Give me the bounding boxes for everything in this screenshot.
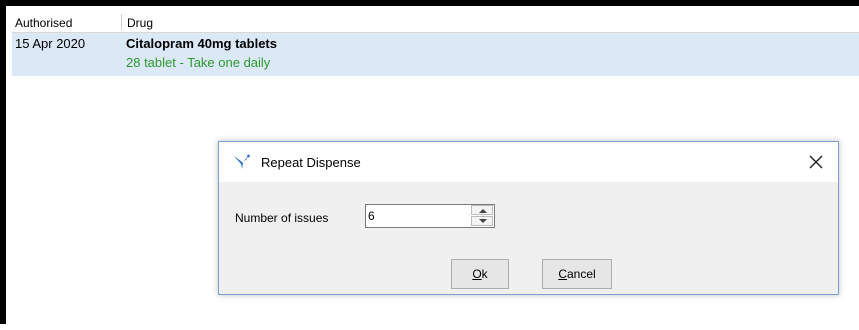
- decrement-button[interactable]: [471, 216, 493, 226]
- cancel-button[interactable]: Cancel: [542, 259, 612, 289]
- drug-name-cell: Citalopram 40mg tablets: [126, 36, 277, 51]
- repeat-dispense-dialog: Repeat Dispense Number of issues 6 Ok Ca…: [218, 141, 839, 295]
- drug-instructions-cell: 28 tablet - Take one daily: [126, 55, 271, 70]
- increment-button[interactable]: [471, 205, 493, 215]
- ok-label-rest: k: [481, 267, 488, 281]
- dialog-body: Number of issues Ok Cancel: [219, 182, 838, 294]
- column-header-authorised[interactable]: Authorised: [15, 16, 72, 30]
- authorised-date-cell: 15 Apr 2020: [15, 36, 86, 51]
- close-icon: [802, 155, 830, 179]
- cancel-mnemonic: C: [558, 267, 567, 281]
- number-of-issues-input[interactable]: [366, 205, 470, 227]
- dialog-titlebar[interactable]: Repeat Dispense: [219, 142, 838, 182]
- funnel-logo-icon: [233, 154, 251, 170]
- grid-header: Authorised Drug: [12, 12, 859, 33]
- number-of-issues-stepper: [365, 204, 495, 228]
- close-button[interactable]: [802, 148, 830, 176]
- cancel-label-rest: ancel: [566, 267, 596, 281]
- dialog-title: Repeat Dispense: [261, 155, 361, 170]
- column-header-drug[interactable]: Drug: [127, 16, 153, 30]
- ok-mnemonic: O: [472, 267, 482, 281]
- number-of-issues-label: Number of issues: [235, 211, 329, 225]
- ok-button[interactable]: Ok: [451, 259, 509, 289]
- column-divider[interactable]: [121, 14, 122, 30]
- table-row[interactable]: 15 Apr 2020 Citalopram 40mg tablets 28 t…: [12, 33, 859, 76]
